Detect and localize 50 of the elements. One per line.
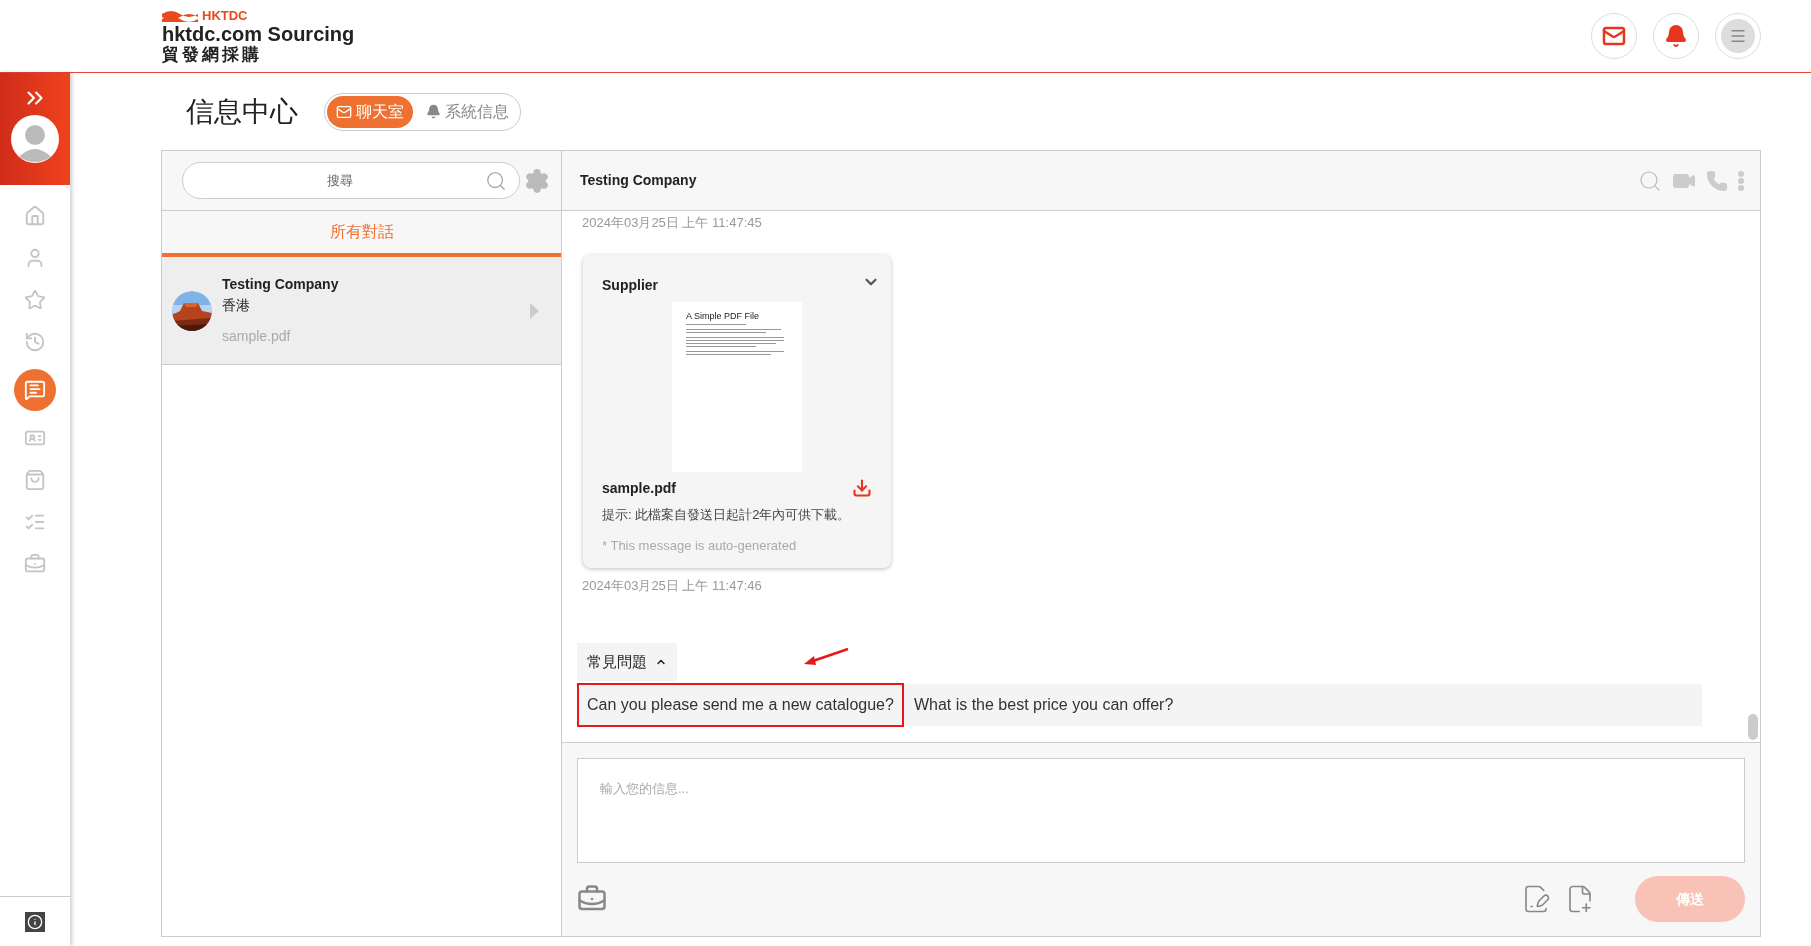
page-title: 信息中心 <box>186 94 298 129</box>
menu-icon <box>1729 27 1747 45</box>
message-box[interactable]: 輸入您的信息... <box>577 758 1745 863</box>
chat-icon <box>24 379 46 401</box>
phone-icon <box>1706 169 1728 192</box>
search-box[interactable]: 搜尋 <box>182 162 520 199</box>
logo[interactable]: HKTDC hktdc.com Sourcing 貿發網採購 <box>162 9 355 63</box>
faq-toggle[interactable]: 常見問題 <box>577 643 677 681</box>
logo-title: hktdc.com Sourcing <box>162 24 355 44</box>
file-name: sample.pdf <box>602 478 676 498</box>
star-icon <box>24 289 46 311</box>
conversation-item[interactable]: Testing Company 香港 sample.pdf <box>162 257 561 365</box>
logo-subtitle: 貿發網採購 <box>162 46 263 63</box>
tab[interactable]: 系統信息 <box>417 95 518 128</box>
more-icon[interactable] <box>1738 170 1744 191</box>
scrollbar-thumb[interactable] <box>1748 714 1758 740</box>
logo-mark: HKTDC <box>202 9 248 22</box>
download-note: 提示: 此檔案自發送日起計2年內可供下載。 <box>602 505 852 524</box>
bell-icon <box>1664 24 1688 48</box>
sender-name: Supplier <box>602 275 658 295</box>
last-message: sample.pdf <box>222 327 292 346</box>
company-name: Testing Company <box>222 275 340 294</box>
avatar-icon <box>11 115 59 163</box>
company-location: 香港 <box>222 296 251 315</box>
chat-title: Testing Company <box>580 171 697 190</box>
thumbnail-title: A Simple PDF File <box>686 311 761 321</box>
message-timestamp: 2024年03月25日 上午 11:47:46 <box>581 576 763 595</box>
search-icon <box>1638 168 1662 193</box>
briefcase-icon <box>24 553 46 575</box>
info-icon <box>27 913 43 930</box>
faq-question[interactable]: What is the best price you can offer? <box>903 683 1184 727</box>
search-icon <box>485 169 507 192</box>
auto-generated-note: * This message is auto-generated <box>602 537 798 555</box>
caret-icon <box>530 302 539 319</box>
mail-icon <box>1602 24 1626 48</box>
shopping-bag-icon <box>24 469 46 491</box>
sidebar-item[interactable] <box>14 369 56 411</box>
home-icon <box>24 205 46 227</box>
info-button[interactable] <box>25 911 45 932</box>
bell-icon <box>426 104 441 119</box>
annotation-arrow <box>802 647 850 667</box>
download-icon <box>852 478 872 498</box>
faq-question[interactable]: Can you please send me a new catalogue? <box>577 683 904 727</box>
settings-icon <box>524 167 550 194</box>
history-icon <box>24 331 46 353</box>
message-timestamp: 2024年03月25日 上午 11:47:45 <box>581 214 763 232</box>
document-thumbnail[interactable]: A Simple PDF File <box>672 301 802 472</box>
mail-icon <box>336 103 352 120</box>
logo-wave-icon <box>162 9 198 22</box>
message-input[interactable]: 輸入您的信息... <box>600 779 1722 862</box>
